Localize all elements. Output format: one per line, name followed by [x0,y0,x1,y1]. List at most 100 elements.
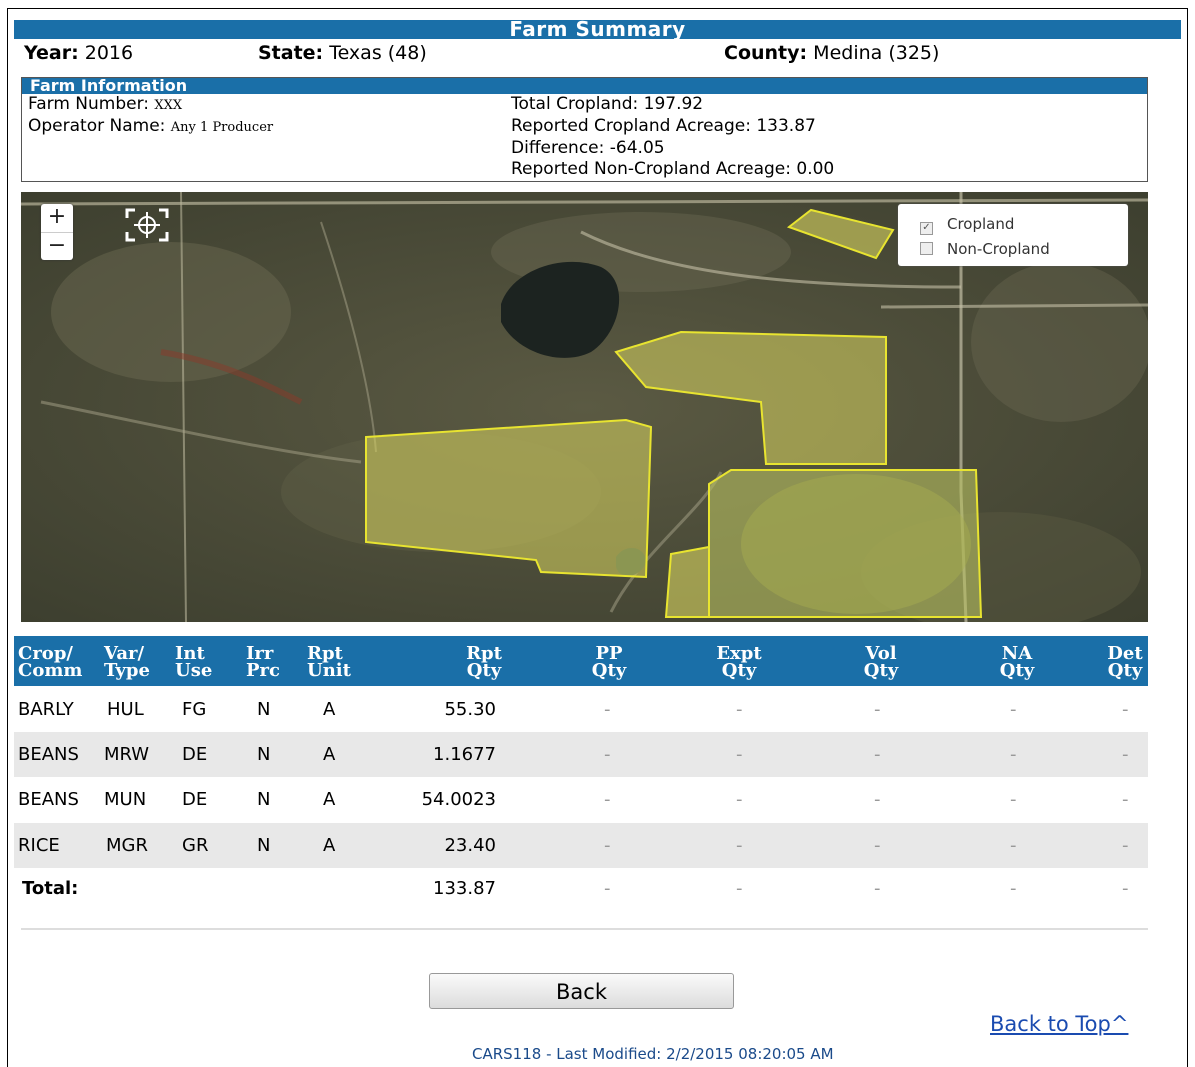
cell-crop: BARLY [18,699,74,720]
cell-unit: A [323,835,336,856]
cell-type: MGR [106,835,148,856]
farm-information-panel: Farm Information Farm Number: XXX Operat… [21,77,1148,182]
cell-pp-qty: - [604,789,611,810]
cell-use: DE [182,744,208,765]
col-var-type: Var/Type [104,643,150,681]
farm-number-value: XXX [154,98,183,113]
cell-vol-qty: - [874,699,881,720]
page-title: Farm Summary [14,20,1181,39]
legend-cropland-label: Cropland [947,215,1015,233]
operator-name-value: Any 1 Producer [170,120,274,135]
col-det-qty: Det Qty [1107,643,1143,681]
cell-vol-qty: - [874,835,881,856]
cell-irr: N [257,835,271,856]
legend-noncropland[interactable]: Non-Cropland [920,239,1050,259]
zoom-out-button[interactable]: − [41,232,73,261]
col-expt-qty: Expt Qty [716,643,762,681]
divider [21,928,1148,930]
back-to-top-link[interactable]: Back to Top^ [990,1012,1128,1036]
cell-expt-qty: - [736,699,743,720]
farm-number-label: Farm Number: [28,94,150,114]
cell-crop: RICE [18,835,60,856]
back-button[interactable]: Back [429,973,734,1009]
county-value: Medina (325) [813,42,940,64]
reported-noncropland-acreage: Reported Non-Cropland Acreage: 0.00 [511,159,835,179]
table-total-row: Total: 133.87 - - - - - [14,866,1148,911]
table-header: Crop/Comm Var/Type Int Use Irr Prc Rpt Unit… [14,636,1148,686]
cell-crop: BEANS [18,789,79,810]
checkbox-checked-icon[interactable]: ✓ [920,222,933,235]
col-vol-qty: Vol Qty [863,643,899,681]
year-field: Year: 2016 [24,42,133,64]
cell-expt-qty: - [736,789,743,810]
cell-rpt-qty: 23.40 [444,835,496,856]
cell-rpt-qty: 1.1677 [433,744,496,765]
cell-crop: BEANS [18,744,79,765]
cell-vol-qty: - [874,789,881,810]
operator-name-label: Operator Name: [28,116,166,136]
difference: Difference: -64.05 [511,138,665,158]
state-value: Texas (48) [329,42,427,64]
cell-type: HUL [107,699,144,720]
cell-na-qty: - [1010,789,1017,810]
cell-na-qty: - [1010,744,1017,765]
cell-expt-qty: - [736,835,743,856]
year-label: Year: [24,42,79,64]
cell-pp-qty: - [604,744,611,765]
table-row: BARLY HUL FG N A 55.30 - - - - - [14,687,1148,732]
cell-det-qty: - [1122,744,1129,765]
state-label: State: [258,42,324,64]
total-rpt-qty: 133.87 [433,878,496,899]
cell-rpt-qty: 54.0023 [421,789,496,810]
cell-type: MUN [104,789,147,810]
cell-irr: N [257,744,271,765]
cell-na-qty: - [1010,835,1017,856]
table-row: RICE MGR GR N A 23.40 - - - - - [14,823,1148,868]
col-rpt-unit: Rpt Unit [307,643,351,681]
cell-rpt-qty: 55.30 [444,699,496,720]
cell-det-qty: - [1122,789,1129,810]
legend-noncropland-label: Non-Cropland [947,240,1050,258]
cell-irr: N [257,699,271,720]
map-legend: ✓ Cropland Non-Cropland [898,204,1128,266]
cell-unit: A [323,744,336,765]
reported-cropland-acreage: Reported Cropland Acreage: 133.87 [511,116,816,136]
total-label: Total: [22,878,79,899]
cell-irr: N [257,789,271,810]
col-irr-prc: Irr Prc [246,643,280,681]
legend-cropland[interactable]: ✓ Cropland [920,214,1015,235]
county-field: County: Medina (325) [724,42,939,64]
cell-det-qty: - [1122,699,1129,720]
col-pp-qty: PP Qty [591,643,627,681]
cell-type: MRW [104,744,150,765]
farm-map[interactable]: + − ✓ Cropland Non-Cropland [21,192,1148,622]
checkbox-unchecked-icon[interactable] [920,242,933,255]
col-na-qty: NA Qty [999,643,1035,681]
col-rpt-qty: Rpt Qty [466,643,502,681]
total-pp-qty: - [604,878,611,899]
total-det-qty: - [1122,878,1129,899]
zoom-in-button[interactable]: + [41,204,73,232]
cell-na-qty: - [1010,699,1017,720]
cell-unit: A [323,699,336,720]
county-label: County: [724,42,808,64]
total-vol-qty: - [874,878,881,899]
cell-det-qty: - [1122,835,1129,856]
locate-crosshair-icon[interactable] [121,206,173,244]
footer-last-modified: CARS118 - Last Modified: 2/2/2015 08:20:… [472,1045,834,1063]
table-row: BEANS MUN DE N A 54.0023 - - - - - [14,777,1148,822]
farm-number: Farm Number: XXX [28,94,182,114]
cell-pp-qty: - [604,699,611,720]
col-int-use: Int Use [175,643,213,681]
cell-use: GR [182,835,209,856]
total-na-qty: - [1010,878,1017,899]
zoom-control: + − [41,204,73,260]
cell-vol-qty: - [874,744,881,765]
operator-name: Operator Name: Any 1 Producer [28,116,273,136]
farm-information-heading: Farm Information [22,78,1147,94]
year-value: 2016 [84,42,134,64]
table-row: BEANS MRW DE N A 1.1677 - - - - - [14,732,1148,777]
cell-expt-qty: - [736,744,743,765]
cell-use: DE [182,789,208,810]
cell-unit: A [323,789,336,810]
